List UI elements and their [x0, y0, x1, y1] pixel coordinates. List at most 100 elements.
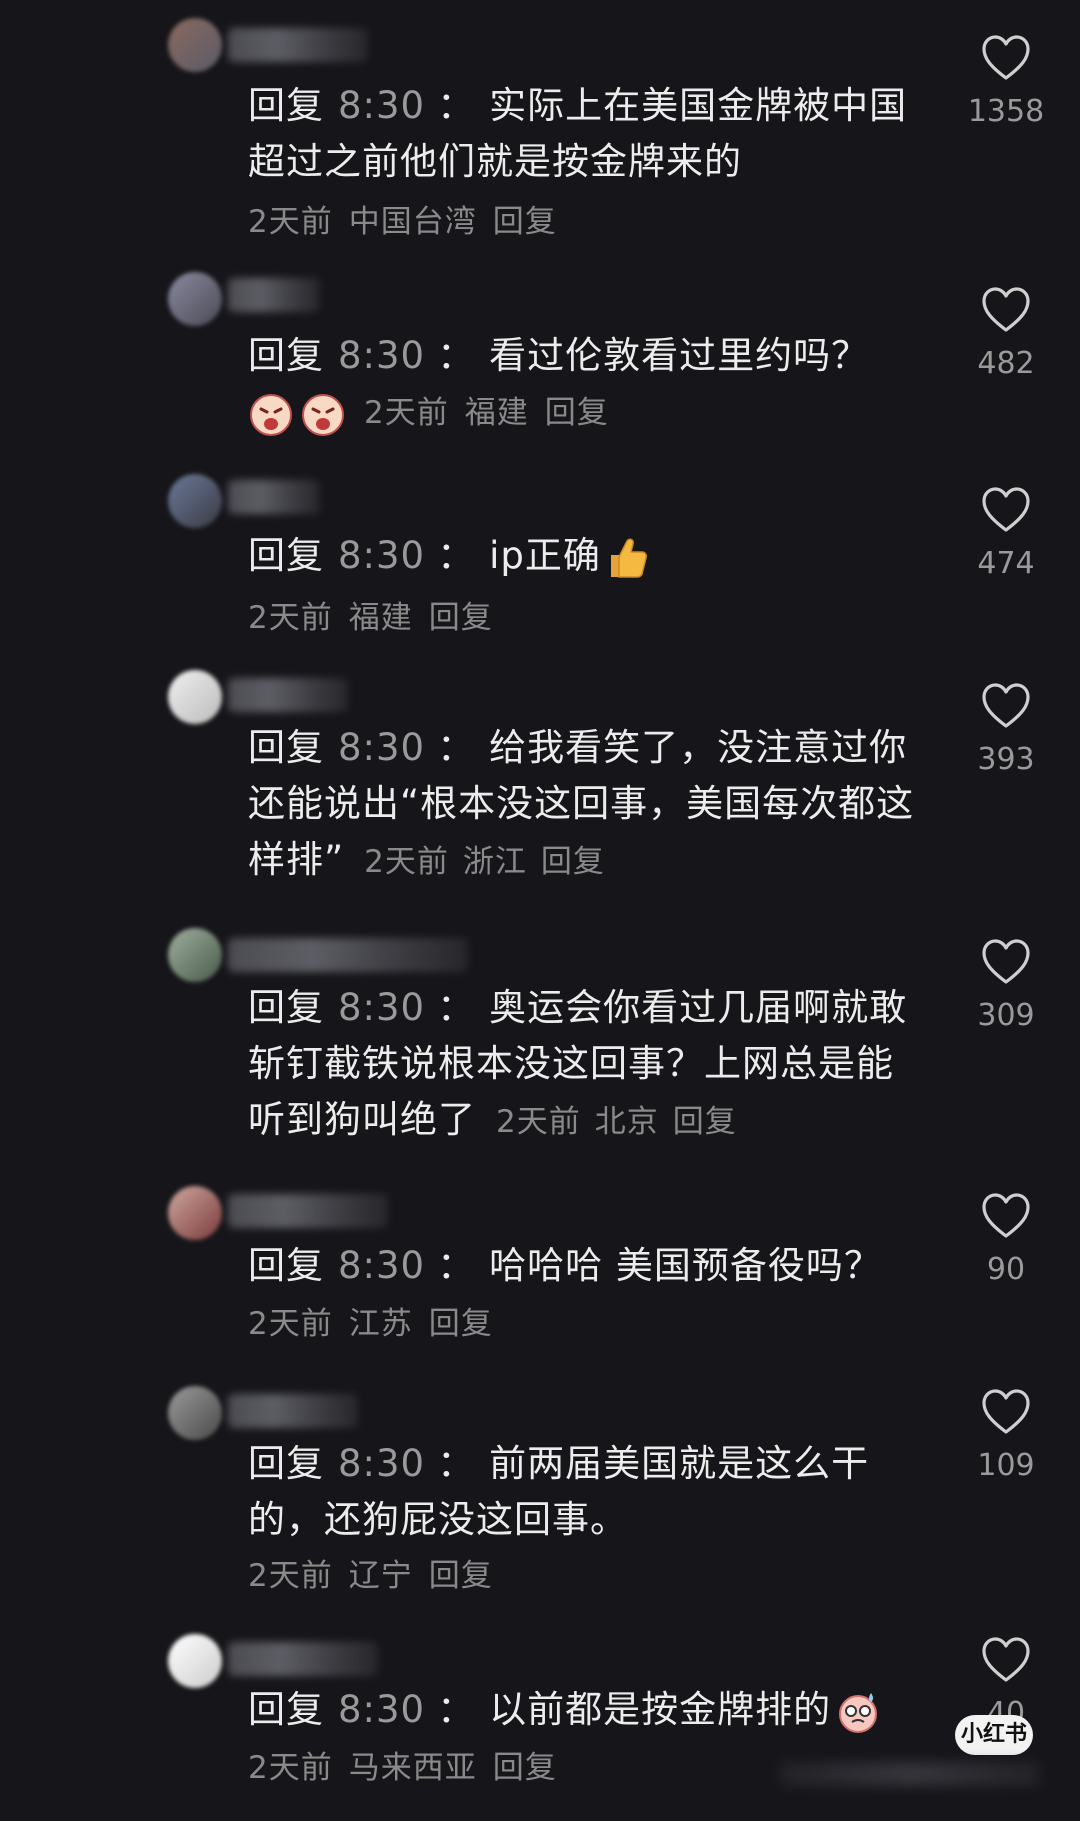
avatar[interactable]	[168, 18, 222, 72]
comment-time: 2天前	[248, 1306, 333, 1342]
reply-label: 回复	[248, 726, 324, 769]
reply-button[interactable]: 回复	[429, 1558, 493, 1594]
comment-text: 回复 8:30 ： ip正确	[248, 528, 938, 584]
comment-location: 福建	[464, 395, 529, 431]
avatar[interactable]	[168, 1634, 222, 1688]
comment-time: 2天前	[364, 395, 449, 431]
comment-text: 回复 8:30：前两届美国就是这么干的，还狗屁没这回事。	[248, 1436, 928, 1548]
comment-meta: 2天前 中国台湾 回复	[248, 196, 573, 241]
like-button[interactable]: 109	[960, 1388, 1052, 1483]
reply-label: 回复	[248, 534, 324, 577]
like-button[interactable]: 309	[960, 938, 1052, 1033]
reply-colon: ：	[437, 1688, 476, 1731]
crying-face-emoji	[250, 393, 292, 436]
comment-text: 回复 8:30 ： 以前都是按金牌排的	[248, 1682, 938, 1738]
comment-time: 2天前	[248, 600, 333, 636]
reply-label: 回复	[248, 1442, 324, 1485]
username-blurred[interactable]	[228, 1642, 378, 1676]
like-button[interactable]: 90	[960, 1192, 1052, 1287]
comment-time: 2天前	[364, 844, 449, 880]
comment-thread-screen: { "comments": [ {"prefix": "回复", "time":…	[0, 0, 1080, 1821]
avatar[interactable]	[168, 670, 222, 724]
heart-icon	[982, 683, 1030, 728]
like-button[interactable]: 1358	[960, 34, 1052, 129]
username-blurred[interactable]	[228, 28, 368, 62]
comment-location: 福建	[348, 600, 413, 636]
avatar[interactable]	[168, 928, 222, 982]
avatar[interactable]	[168, 272, 222, 326]
reply-button[interactable]: 回复	[493, 1750, 557, 1786]
reply-button[interactable]: 回复	[493, 204, 557, 240]
heart-icon	[982, 35, 1030, 80]
like-count: 474	[977, 546, 1035, 581]
username-blurred[interactable]	[228, 278, 320, 312]
like-button[interactable]: 393	[960, 682, 1052, 777]
like-button[interactable]: 474	[960, 486, 1052, 581]
reply-button[interactable]: 回复	[673, 1104, 737, 1140]
like-count: 109	[977, 1448, 1035, 1483]
reply-time: 8:30	[338, 1244, 426, 1287]
comment-time: 2天前	[248, 1750, 333, 1786]
comment-content: 哈哈哈 美国预备役吗？	[489, 1244, 882, 1287]
reply-label: 回复	[248, 334, 324, 377]
comment-time: 2天前	[248, 204, 333, 240]
heart-icon	[982, 487, 1030, 532]
comment-text: 回复 8:30 ： 哈哈哈 美国预备役吗？	[248, 1238, 938, 1294]
like-count: 309	[977, 998, 1035, 1033]
reply-time: 8:30	[338, 1442, 426, 1485]
reply-label: 回复	[248, 1688, 324, 1731]
comment-meta: 2天前 北京 回复	[496, 1104, 751, 1140]
comment-meta: 2天前 福建 回复	[248, 592, 509, 637]
comment-location: 辽宁	[348, 1558, 413, 1594]
comment-content: 看过伦敦看过里约吗？	[489, 334, 870, 377]
reply-colon: ：	[437, 334, 476, 377]
username-blurred[interactable]	[228, 938, 468, 972]
comment-meta: 2天前 辽宁 回复	[248, 1550, 509, 1595]
comment-meta: 2天前 马来西亚 回复	[248, 1742, 573, 1787]
reply-button[interactable]: 回复	[541, 844, 605, 880]
comment-meta: 2天前 福建 回复	[248, 388, 625, 438]
reply-time: 8:30	[338, 986, 426, 1029]
reply-colon: ：	[437, 1442, 476, 1485]
comment-meta: 2天前 江苏 回复	[248, 1298, 509, 1343]
heart-icon	[982, 939, 1030, 984]
comment-location: 江苏	[348, 1306, 413, 1342]
comment-location: 马来西亚	[348, 1750, 477, 1786]
reply-colon: ：	[437, 986, 476, 1029]
username-blurred[interactable]	[228, 1394, 358, 1428]
reply-time: 8:30	[338, 84, 426, 127]
reply-label: 回复	[248, 1244, 324, 1287]
reply-colon: ：	[437, 726, 476, 769]
avatar[interactable]	[168, 1186, 222, 1240]
comment-content: ip正确	[489, 534, 601, 577]
heart-icon	[982, 287, 1030, 332]
sweating-face-emoji	[839, 1692, 878, 1733]
comment-location: 北京	[594, 1104, 659, 1140]
reply-label: 回复	[248, 84, 324, 127]
username-blurred[interactable]	[228, 678, 348, 712]
like-count: 482	[977, 346, 1035, 381]
like-count: 90	[986, 1252, 1026, 1287]
avatar[interactable]	[168, 474, 222, 528]
comment-time: 2天前	[248, 1558, 333, 1594]
reply-label: 回复	[248, 986, 324, 1029]
reply-colon: ：	[437, 84, 476, 127]
avatar[interactable]	[168, 1386, 222, 1440]
thumbs-up-emoji	[610, 538, 647, 578]
comment-meta: 2天前 浙江 回复	[364, 844, 619, 880]
like-count: 393	[977, 742, 1035, 777]
comment-text: 回复 8:30：给我看笑了，没注意过你还能说出“根本没这回事，美国每次都这样排” 2…	[248, 720, 928, 890]
xiaohongshu-logo: 小红书	[955, 1715, 1033, 1755]
reply-button[interactable]: 回复	[429, 1306, 493, 1342]
reply-button[interactable]: 回复	[545, 395, 609, 431]
username-blurred[interactable]	[228, 480, 320, 514]
comment-content: 以前都是按金牌排的	[489, 1688, 832, 1731]
like-button[interactable]: 482	[960, 286, 1052, 381]
reply-colon: ：	[437, 534, 476, 577]
comment-location: 中国台湾	[348, 204, 477, 240]
crying-face-emoji	[302, 393, 344, 436]
reply-time: 8:30	[338, 726, 426, 769]
username-blurred[interactable]	[228, 1194, 388, 1228]
reply-button[interactable]: 回复	[429, 600, 493, 636]
comment-text: 回复 8:30 ： 看过伦敦看过里约吗？	[248, 328, 938, 384]
